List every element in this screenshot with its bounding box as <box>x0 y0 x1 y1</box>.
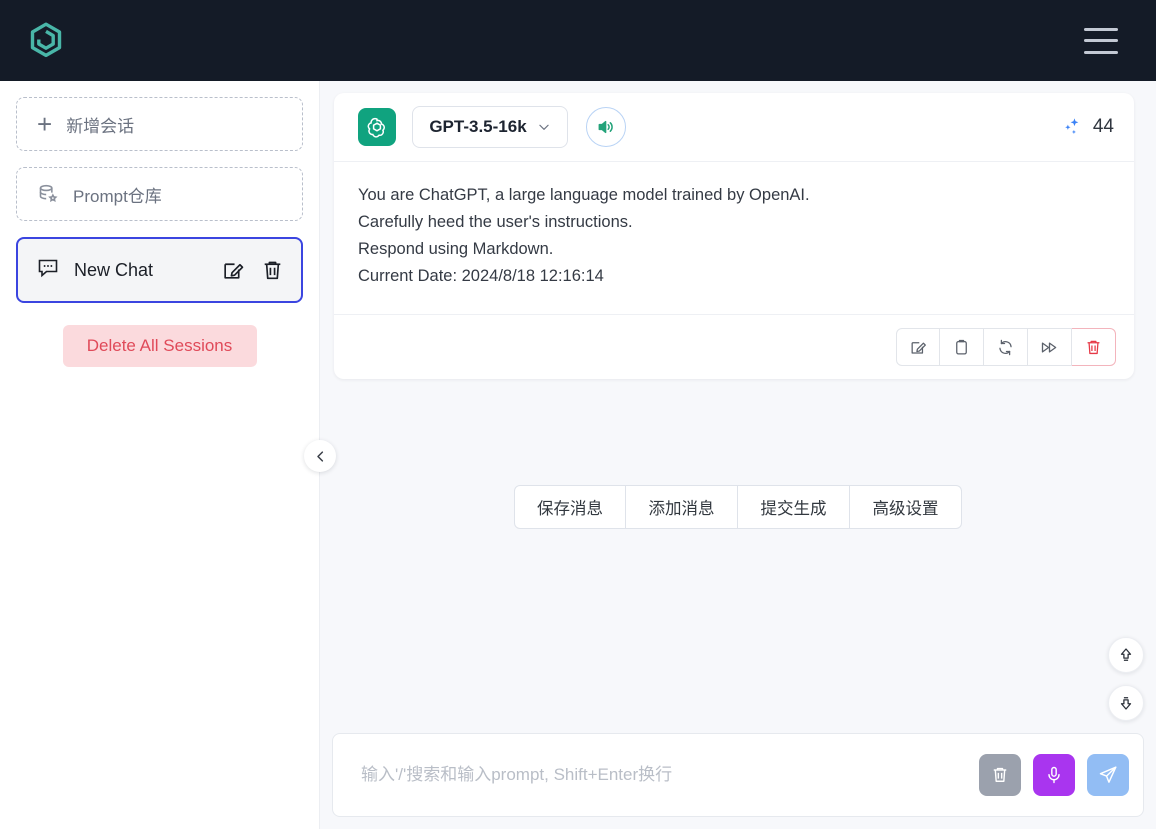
model-name: GPT-3.5-16k <box>429 117 526 137</box>
copy-message-button[interactable] <box>940 328 984 366</box>
scroll-to-bottom-button[interactable] <box>1108 685 1144 721</box>
edit-message-button[interactable] <box>896 328 940 366</box>
save-message-button[interactable]: 保存消息 <box>514 485 626 529</box>
new-session-label: 新增会话 <box>66 112 134 137</box>
app-logo[interactable] <box>24 19 68 63</box>
message-body[interactable]: You are ChatGPT, a large language model … <box>334 162 1134 315</box>
prompt-input[interactable] <box>361 765 967 785</box>
new-session-button[interactable]: + 新增会话 <box>16 97 303 151</box>
arrow-up-icon <box>1117 646 1135 664</box>
message-action-toolbar <box>334 315 1134 379</box>
sidebar-collapse-button[interactable] <box>304 440 336 472</box>
sidebar: + 新增会话 Prompt仓库 <box>0 81 320 829</box>
message-line: Respond using Markdown. <box>358 236 1110 263</box>
delete-message-button[interactable] <box>1072 328 1116 366</box>
trash-icon <box>1084 338 1103 357</box>
send-paper-plane-icon <box>1097 764 1119 786</box>
token-count: 44 <box>1062 116 1114 138</box>
scroll-controls <box>1108 637 1144 721</box>
scroll-to-top-button[interactable] <box>1108 637 1144 673</box>
app-root: + 新增会话 Prompt仓库 <box>0 0 1156 829</box>
system-message-card: GPT-3.5-16k <box>334 93 1134 379</box>
hexagon-logo-icon <box>24 19 68 63</box>
message-controls-row: 保存消息 添加消息 提交生成 高级设置 <box>514 485 962 529</box>
message-composer <box>332 733 1144 817</box>
microphone-icon <box>1044 765 1064 785</box>
trash-icon[interactable] <box>260 258 285 283</box>
refresh-icon <box>996 338 1015 357</box>
add-message-button[interactable]: 添加消息 <box>626 485 738 529</box>
submit-generate-button[interactable]: 提交生成 <box>738 485 850 529</box>
chat-item-title: New Chat <box>74 260 207 281</box>
message-line: Current Date: 2024/8/18 12:16:14 <box>358 263 1110 290</box>
chevron-left-icon <box>313 449 328 464</box>
trash-icon <box>990 765 1010 785</box>
send-button[interactable] <box>1087 754 1129 796</box>
speaker-volume-icon <box>596 117 616 137</box>
main-panel: GPT-3.5-16k <box>320 81 1156 829</box>
sidebar-chat-item[interactable]: New Chat <box>16 237 303 303</box>
text-to-speech-button[interactable] <box>586 107 626 147</box>
voice-input-button[interactable] <box>1033 754 1075 796</box>
chevron-down-icon <box>537 120 551 134</box>
hamburger-bar <box>1084 28 1118 31</box>
chat-bubble-icon <box>36 256 60 285</box>
top-header-bar <box>0 0 1156 81</box>
edit-pencil-icon[interactable] <box>221 258 246 283</box>
fast-forward-button[interactable] <box>1028 328 1072 366</box>
fast-forward-icon <box>1039 337 1060 358</box>
message-line: Carefully heed the user's instructions. <box>358 209 1110 236</box>
token-count-value: 44 <box>1093 116 1114 138</box>
arrow-down-icon <box>1117 694 1135 712</box>
hamburger-menu-icon[interactable] <box>1084 28 1118 54</box>
delete-all-sessions-button[interactable]: Delete All Sessions <box>63 325 257 367</box>
prompt-store-button[interactable]: Prompt仓库 <box>16 167 303 221</box>
sparkles-icon <box>1062 116 1084 138</box>
clipboard-icon <box>952 338 971 357</box>
plus-icon: + <box>37 111 52 137</box>
database-star-icon <box>37 183 59 205</box>
advanced-settings-button[interactable]: 高级设置 <box>850 485 962 529</box>
message-line: You are ChatGPT, a large language model … <box>358 182 1110 209</box>
message-card-header: GPT-3.5-16k <box>334 93 1134 162</box>
edit-pencil-icon <box>909 338 928 357</box>
openai-logo-icon <box>358 108 396 146</box>
model-selector[interactable]: GPT-3.5-16k <box>412 106 568 148</box>
regenerate-message-button[interactable] <box>984 328 1028 366</box>
hamburger-bar <box>1084 51 1118 54</box>
hamburger-bar <box>1084 39 1118 42</box>
clear-input-button[interactable] <box>979 754 1021 796</box>
prompt-store-label: Prompt仓库 <box>73 182 162 207</box>
